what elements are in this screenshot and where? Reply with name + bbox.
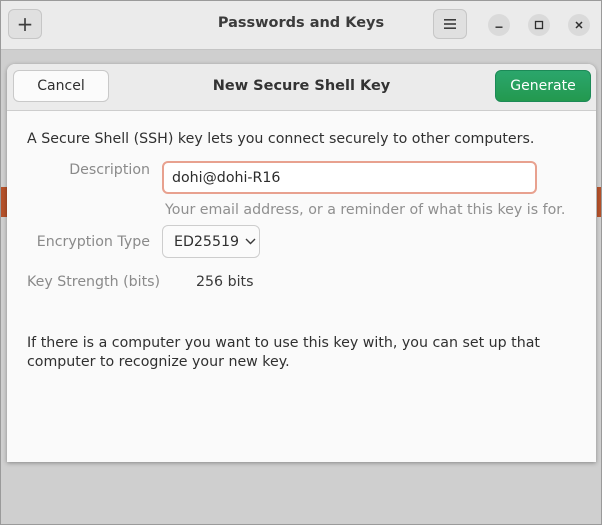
maximize-icon [534,20,544,30]
dialog-header-bar: Cancel New Secure Shell Key Generate [7,64,596,111]
key-strength-label: Key Strength (bits) [27,274,161,290]
cancel-button[interactable]: Cancel [13,70,109,102]
hamburger-menu-icon [444,19,456,29]
encryption-type-value: ED25519 [174,233,240,250]
key-strength-value: 256 bits [196,274,254,290]
dialog-title: New Secure Shell Key [212,78,391,94]
intro-text: A Secure Shell (SSH) key lets you connec… [27,131,535,147]
generate-button[interactable]: Generate [495,70,591,102]
encryption-type-label: Encryption Type [36,234,150,250]
minimize-icon [495,26,503,28]
main-menu-button[interactable] [433,9,467,39]
background-accent-strip [597,187,601,217]
chevron-down-icon [245,238,256,245]
setup-info-text: If there is a computer you want to use t… [27,335,540,370]
plus-icon: + [16,12,34,36]
app-header-bar: + Passwords and Keys [1,1,601,50]
minimize-button[interactable] [488,14,510,36]
add-button[interactable]: + [8,9,42,39]
app-window: + Passwords and Keys Cancel New Secure S… [0,0,602,525]
description-input[interactable] [162,161,537,194]
close-icon [575,21,583,29]
close-window-button[interactable] [568,14,590,36]
maximize-button[interactable] [528,14,550,36]
encryption-type-dropdown[interactable]: ED25519 [162,225,260,258]
new-ssh-key-dialog: Cancel New Secure Shell Key Generate A S… [7,64,596,462]
description-label: Description [69,162,150,178]
description-hint: Your email address, or a reminder of wha… [165,202,566,218]
app-title: Passwords and Keys [217,15,385,31]
